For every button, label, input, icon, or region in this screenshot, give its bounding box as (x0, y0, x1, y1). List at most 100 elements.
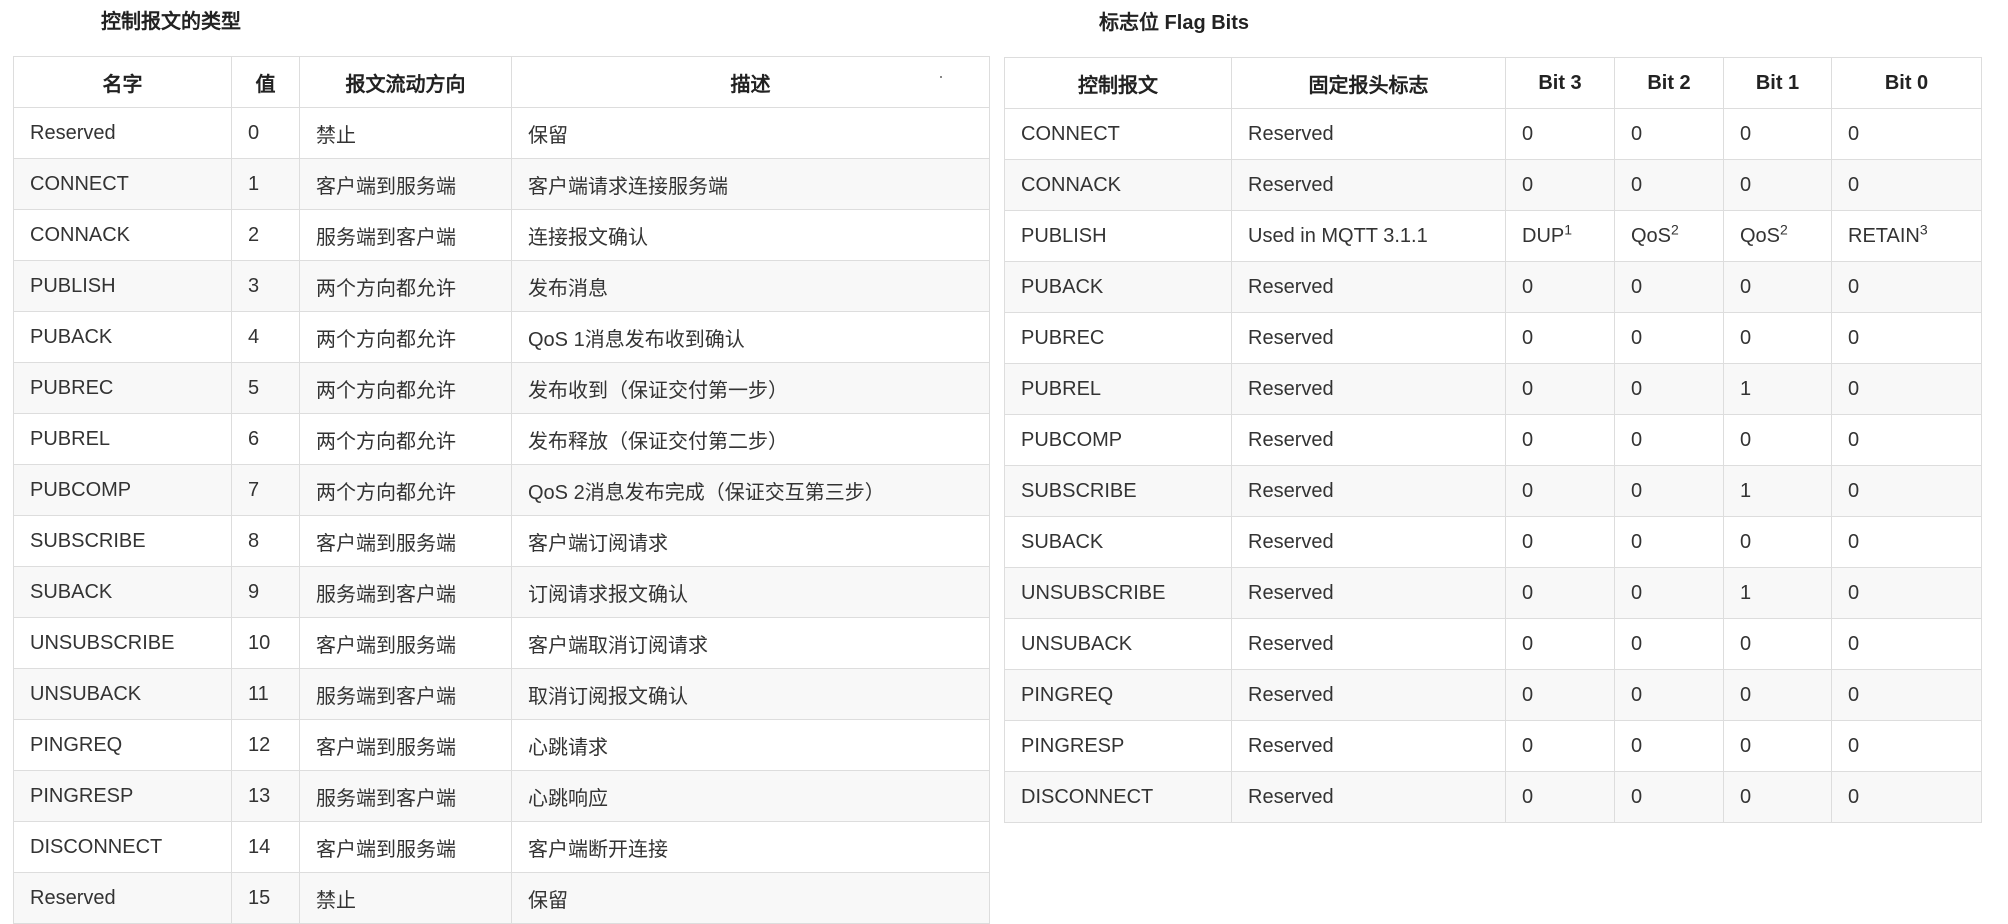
cell-bit2: 0 (1614, 720, 1724, 772)
cell-value: 4 (231, 311, 300, 363)
cell-bit0: 0 (1831, 159, 1982, 211)
types-section-title: 控制报文的类型 (101, 11, 241, 33)
cell-value: 15 (231, 872, 300, 924)
bit-value: 0 (1848, 122, 1860, 145)
cell-bit3: 0 (1505, 363, 1615, 415)
cell-description: 心跳响应 (511, 770, 990, 822)
cell-bit0: 0 (1831, 567, 1982, 619)
bit-value: 0 (1631, 326, 1643, 349)
cell-packet: CONNACK (1004, 159, 1232, 211)
cell-direction: 两个方向都允许 (299, 362, 512, 414)
cell-description: QoS 1消息发布收到确认 (511, 311, 990, 363)
cell-value: 6 (231, 413, 300, 465)
cell-name: DISCONNECT (13, 821, 232, 873)
bit-value: 0 (1522, 326, 1534, 349)
bit-value: 1 (1740, 479, 1752, 502)
table-header-row: 控制报文 固定报头标志 Bit 3 Bit 2 Bit 1 Bit 0 (1004, 57, 1982, 109)
cell-direction: 服务端到客户端 (299, 566, 512, 618)
bit-value: 0 (1522, 632, 1534, 655)
column-header-bit1: Bit 1 (1723, 57, 1832, 109)
cell-bit0: 0 (1831, 465, 1982, 517)
cell-packet: CONNECT (1004, 108, 1232, 160)
column-header-packet: 控制报文 (1004, 57, 1232, 109)
cell-packet: PUBLISH (1004, 210, 1232, 262)
table-row: PUBREC 5 两个方向都允许 发布收到（保证交付第一步） (13, 362, 990, 414)
cell-value: 11 (231, 668, 300, 720)
table-row: UNSUBACK Reserved 0 0 0 0 (1004, 618, 1982, 670)
cell-bit3: 0 (1505, 567, 1615, 619)
cell-bit0: 0 (1831, 414, 1982, 466)
footnote-marker: 2 (1671, 220, 1679, 237)
cell-packet: UNSUBSCRIBE (1004, 567, 1232, 619)
table-row: PUBACK 4 两个方向都允许 QoS 1消息发布收到确认 (13, 311, 990, 363)
cell-value: 2 (231, 209, 300, 261)
cell-name: SUBACK (13, 566, 232, 618)
cell-packet: PINGREQ (1004, 669, 1232, 721)
bit-value: 0 (1522, 683, 1534, 706)
bit-value: QoS (1631, 224, 1672, 247)
cell-bit2: 0 (1614, 516, 1724, 568)
footnote-marker: 3 (1919, 220, 1928, 237)
cell-description: 保留 (511, 872, 990, 924)
cell-direction: 客户端到服务端 (299, 515, 512, 567)
table-row: PUBCOMP 7 两个方向都允许 QoS 2消息发布完成（保证交互第三步） (13, 464, 990, 516)
cell-bit1: 0 (1723, 720, 1832, 772)
table-row: PINGRESP 13 服务端到客户端 心跳响应 (13, 770, 990, 822)
cell-fixed-header-flags: Reserved (1231, 720, 1506, 772)
cell-fixed-header-flags: Reserved (1231, 669, 1506, 721)
cell-direction: 客户端到服务端 (299, 719, 512, 771)
cell-bit1: 0 (1723, 312, 1832, 364)
bit-value: 0 (1848, 479, 1860, 502)
cell-bit1: 0 (1723, 414, 1832, 466)
cell-name: PUBACK (13, 311, 232, 363)
table-row: DISCONNECT 14 客户端到服务端 客户端断开连接 (13, 821, 990, 873)
cell-description: 取消订阅报文确认 (511, 668, 990, 720)
cell-value: 10 (231, 617, 300, 669)
cell-packet: PUBREL (1004, 363, 1232, 415)
cell-bit1: 1 (1723, 567, 1832, 619)
bit-value: 0 (1522, 785, 1534, 808)
cell-fixed-header-flags: Reserved (1231, 465, 1506, 517)
cell-bit1: 1 (1723, 363, 1832, 415)
cell-value: 7 (231, 464, 300, 516)
cell-name: UNSUBSCRIBE (13, 617, 232, 669)
cell-value: 5 (231, 362, 300, 414)
bit-value: 0 (1740, 632, 1752, 655)
cell-bit1: 0 (1723, 261, 1832, 313)
bit-value: 0 (1522, 581, 1534, 604)
bit-value: 0 (1848, 275, 1860, 298)
cell-name: CONNACK (13, 209, 232, 261)
cell-description: 发布收到（保证交付第一步） (511, 362, 990, 414)
cell-description: 客户端取消订阅请求 (511, 617, 990, 669)
cell-bit3: 0 (1505, 720, 1615, 772)
cell-direction: 两个方向都允许 (299, 311, 512, 363)
bit-value: 0 (1631, 581, 1643, 604)
flags-section-title: 标志位 Flag Bits (1099, 12, 1250, 34)
table-row: CONNECT 1 客户端到服务端 客户端请求连接服务端 (13, 158, 990, 210)
cell-packet: DISCONNECT (1004, 771, 1232, 823)
cell-fixed-header-flags: Reserved (1231, 567, 1506, 619)
cell-bit2: 0 (1614, 363, 1724, 415)
bit-value: 0 (1848, 428, 1860, 451)
cell-direction: 服务端到客户端 (299, 209, 512, 261)
bit-value: 0 (1848, 377, 1860, 400)
cell-packet: PINGRESP (1004, 720, 1232, 772)
cell-bit3: 0 (1505, 108, 1615, 160)
column-header-name: 名字 (13, 56, 232, 108)
cell-description: QoS 2消息发布完成（保证交互第三步） (511, 464, 990, 516)
cell-description: 客户端请求连接服务端 (511, 158, 990, 210)
cell-name: SUBSCRIBE (13, 515, 232, 567)
footnote-marker: 1 (1564, 220, 1573, 237)
cell-packet: PUBREC (1004, 312, 1232, 364)
cell-packet: PUBCOMP (1004, 414, 1232, 466)
bit-value: 0 (1740, 173, 1752, 196)
cell-packet: UNSUBACK (1004, 618, 1232, 670)
bit-value: 0 (1740, 683, 1752, 706)
table-row: UNSUBSCRIBE 10 客户端到服务端 客户端取消订阅请求 (13, 617, 990, 669)
cell-name: Reserved (13, 107, 232, 159)
table-row: CONNACK 2 服务端到客户端 连接报文确认 (13, 209, 990, 261)
bit-value: 0 (1631, 173, 1643, 196)
cell-bit2: 0 (1614, 465, 1724, 517)
table-row: PINGREQ 12 客户端到服务端 心跳请求 (13, 719, 990, 771)
table-row: PINGRESP Reserved 0 0 0 0 (1004, 720, 1982, 772)
